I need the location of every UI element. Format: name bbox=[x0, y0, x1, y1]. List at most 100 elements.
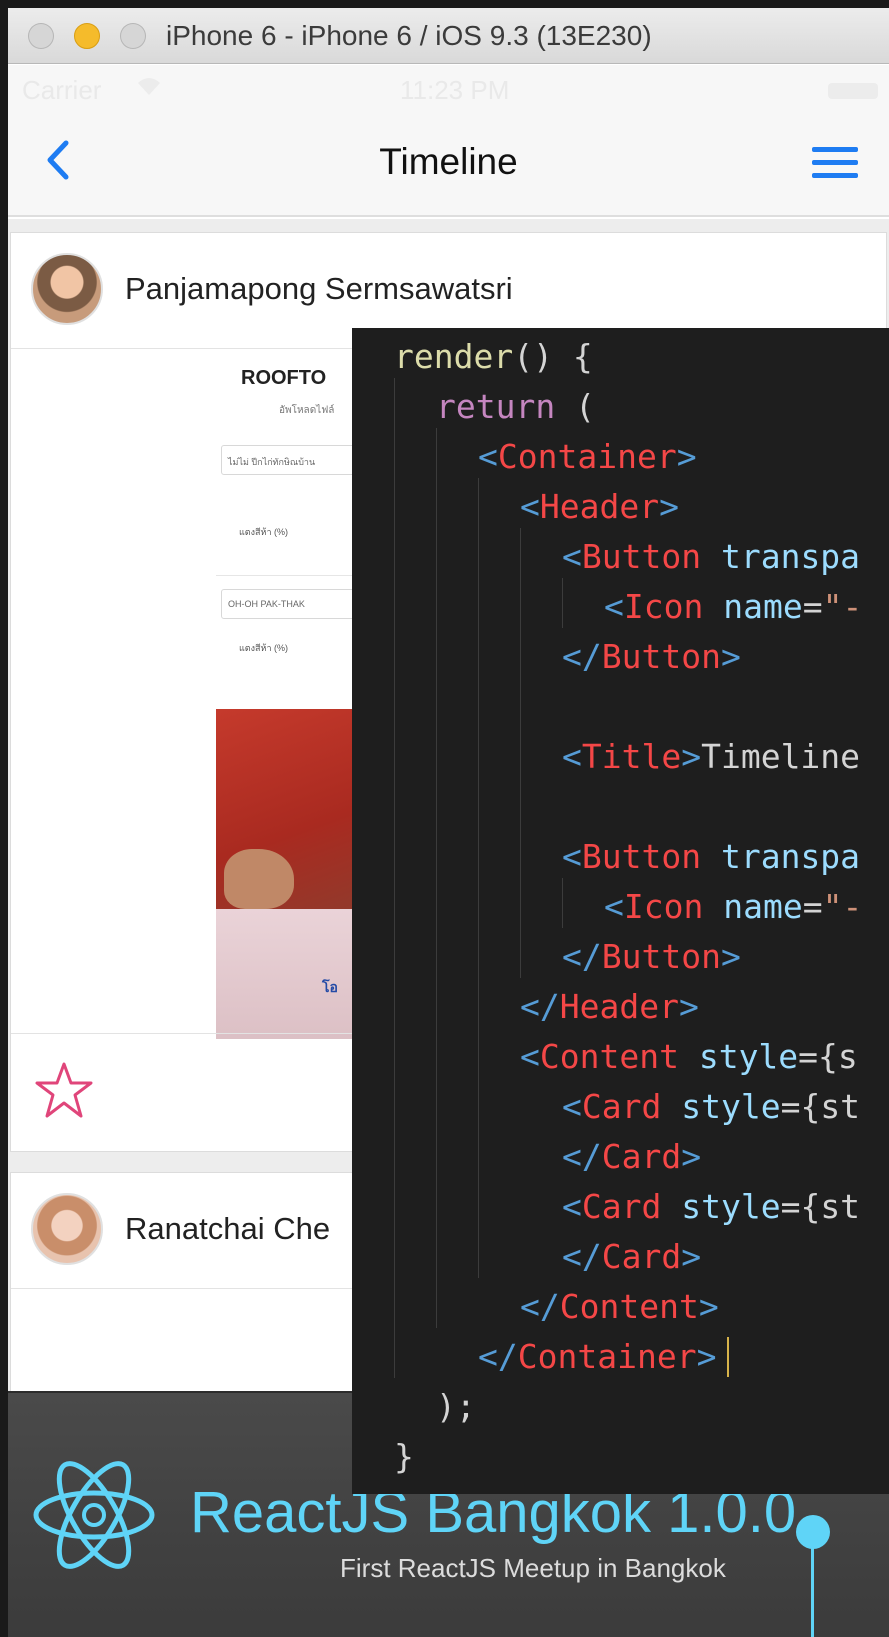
code-token: } bbox=[394, 1437, 414, 1476]
avatar[interactable] bbox=[31, 253, 103, 325]
indent-guide bbox=[478, 478, 479, 1278]
ios-status-bar: Carrier 11:23 PM bbox=[8, 65, 889, 113]
code-token: > bbox=[696, 1337, 717, 1376]
code-token: ( bbox=[555, 387, 595, 426]
code-token: style bbox=[681, 1187, 781, 1226]
code-token: return bbox=[436, 387, 556, 426]
code-line: <Card style={st bbox=[562, 1082, 860, 1132]
image-field: OH-OH PAK-THAK bbox=[221, 589, 361, 619]
code-token: "- bbox=[822, 587, 863, 626]
code-line: <Content style={s bbox=[520, 1032, 858, 1082]
code-token: ); bbox=[436, 1387, 476, 1426]
code-token: name bbox=[723, 887, 803, 926]
code-line: </Card> bbox=[562, 1132, 701, 1182]
code-token: Container bbox=[497, 437, 677, 476]
banner-subtitle: First ReactJS Meetup in Bangkok bbox=[340, 1553, 726, 1583]
code-token: > bbox=[720, 637, 741, 676]
code-token: Button bbox=[601, 637, 721, 676]
window-minimize-button[interactable] bbox=[74, 23, 100, 49]
code-token: </ bbox=[520, 987, 560, 1026]
code-token: > bbox=[681, 1137, 702, 1176]
code-token: Card bbox=[581, 1087, 662, 1126]
image-photo: โอ bbox=[216, 709, 356, 1039]
status-time: 11:23 PM bbox=[400, 75, 510, 105]
indent-guide bbox=[436, 428, 437, 1328]
code-token: style bbox=[681, 1087, 781, 1126]
code-line: </Content> bbox=[520, 1282, 719, 1332]
code-line: </Button> bbox=[562, 632, 741, 682]
code-token: Card bbox=[601, 1137, 682, 1176]
code-token: "- bbox=[822, 887, 863, 926]
code-line: <Header> bbox=[520, 482, 679, 532]
code-token: < bbox=[562, 737, 582, 776]
code-line: return ( bbox=[436, 382, 595, 432]
code-line: ); bbox=[436, 1382, 476, 1432]
code-token: < bbox=[604, 587, 624, 626]
code-token: < bbox=[562, 1187, 582, 1226]
react-logo-icon bbox=[30, 1451, 158, 1579]
battery-icon bbox=[828, 83, 878, 99]
code-line: <Title>Timeline bbox=[562, 732, 860, 782]
code-editor-panel: render() {return (<Container> <Header> <Bu… bbox=[352, 328, 889, 1494]
window-title: iPhone 6 - iPhone 6 / iOS 9.3 (13E230) bbox=[166, 20, 652, 51]
indent-guide bbox=[562, 578, 563, 628]
indent-guide bbox=[394, 378, 395, 1378]
code-line: render() { bbox=[394, 332, 593, 382]
code-token: Icon bbox=[623, 587, 704, 626]
image-label: แตงสีห้า (%) bbox=[239, 527, 289, 537]
code-token: > bbox=[659, 487, 679, 526]
code-token: </ bbox=[478, 1337, 518, 1376]
window-close-button[interactable] bbox=[28, 23, 54, 49]
code-token: < bbox=[520, 1037, 540, 1076]
code-token: </ bbox=[562, 1137, 602, 1176]
post-author[interactable]: Ranatchai Che bbox=[125, 1211, 330, 1247]
page-title: Timeline bbox=[379, 141, 518, 182]
code-token: Card bbox=[601, 1237, 682, 1276]
code-token: </ bbox=[562, 937, 602, 976]
code-line: <Button transpa bbox=[562, 832, 860, 882]
image-stamp: โอ bbox=[322, 979, 338, 995]
code-token: () { bbox=[513, 337, 593, 376]
code-token: Content bbox=[559, 1287, 699, 1326]
photo-shirt bbox=[216, 909, 356, 1039]
code-token: Container bbox=[517, 1337, 697, 1376]
code-line: <Icon name="- bbox=[604, 582, 862, 632]
post-author[interactable]: Panjamapong Sermsawatsri bbox=[125, 271, 513, 307]
code-token: ={s bbox=[798, 1037, 858, 1076]
code-token: ={st bbox=[780, 1187, 861, 1226]
avatar[interactable] bbox=[31, 1193, 103, 1265]
code-token: > bbox=[676, 437, 697, 476]
code-token: Icon bbox=[623, 887, 704, 926]
code-token: Button bbox=[601, 937, 721, 976]
wifi-icon bbox=[134, 73, 164, 106]
window-zoom-button[interactable] bbox=[120, 23, 146, 49]
image-heading: ROOFTO bbox=[241, 367, 327, 389]
code-token: </ bbox=[520, 1287, 560, 1326]
code-token: style bbox=[698, 1037, 799, 1076]
code-token: < bbox=[520, 487, 540, 526]
status-carrier: Carrier bbox=[22, 75, 102, 105]
divider bbox=[216, 575, 356, 576]
code-token: ={st bbox=[780, 1087, 861, 1126]
code-line: <Icon name="- bbox=[604, 882, 862, 932]
code-token: < bbox=[478, 437, 498, 476]
star-outline-icon[interactable] bbox=[33, 1060, 95, 1122]
text-cursor bbox=[727, 1337, 729, 1377]
hamburger-menu-icon[interactable] bbox=[812, 147, 858, 181]
code-token: < bbox=[562, 1087, 582, 1126]
code-token: Content bbox=[539, 1037, 679, 1076]
code-line: <Button transpa bbox=[562, 532, 860, 582]
code-line: } bbox=[394, 1432, 414, 1482]
code-token: Title bbox=[581, 737, 682, 776]
photo-hand bbox=[224, 849, 294, 909]
code-token: = bbox=[802, 587, 823, 626]
code-line: </Container> bbox=[478, 1332, 716, 1382]
image-label: แตงสีห้า (%) bbox=[239, 643, 289, 653]
indent-guide bbox=[562, 878, 563, 928]
code-token: > bbox=[681, 737, 702, 776]
code-token: > bbox=[698, 1287, 719, 1326]
